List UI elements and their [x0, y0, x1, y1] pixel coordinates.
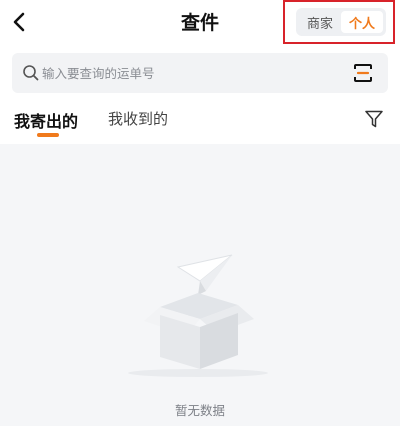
- tab-received[interactable]: 我收到的: [108, 108, 168, 129]
- header-bar: 查件 商家 个人: [0, 0, 400, 46]
- chevron-left-icon: [13, 12, 25, 32]
- filter-icon[interactable]: [364, 109, 384, 129]
- search-input[interactable]: [42, 61, 342, 85]
- content-area: 暂无数据: [0, 144, 400, 426]
- back-button[interactable]: [8, 8, 30, 36]
- tab-sent[interactable]: 我寄出的: [14, 108, 78, 132]
- mode-personal-option[interactable]: 个人: [341, 11, 383, 33]
- mode-merchant-option[interactable]: 商家: [299, 11, 341, 33]
- scan-icon[interactable]: [352, 62, 374, 84]
- search-bar[interactable]: [12, 53, 388, 93]
- search-icon: [23, 65, 39, 81]
- mode-toggle[interactable]: 商家 个人: [296, 8, 386, 36]
- empty-message: 暂无数据: [174, 403, 225, 418]
- tab-bar: 我寄出的 我收到的: [0, 100, 400, 142]
- empty-box-icon: [128, 254, 268, 377]
- tab-indicator: [37, 133, 59, 137]
